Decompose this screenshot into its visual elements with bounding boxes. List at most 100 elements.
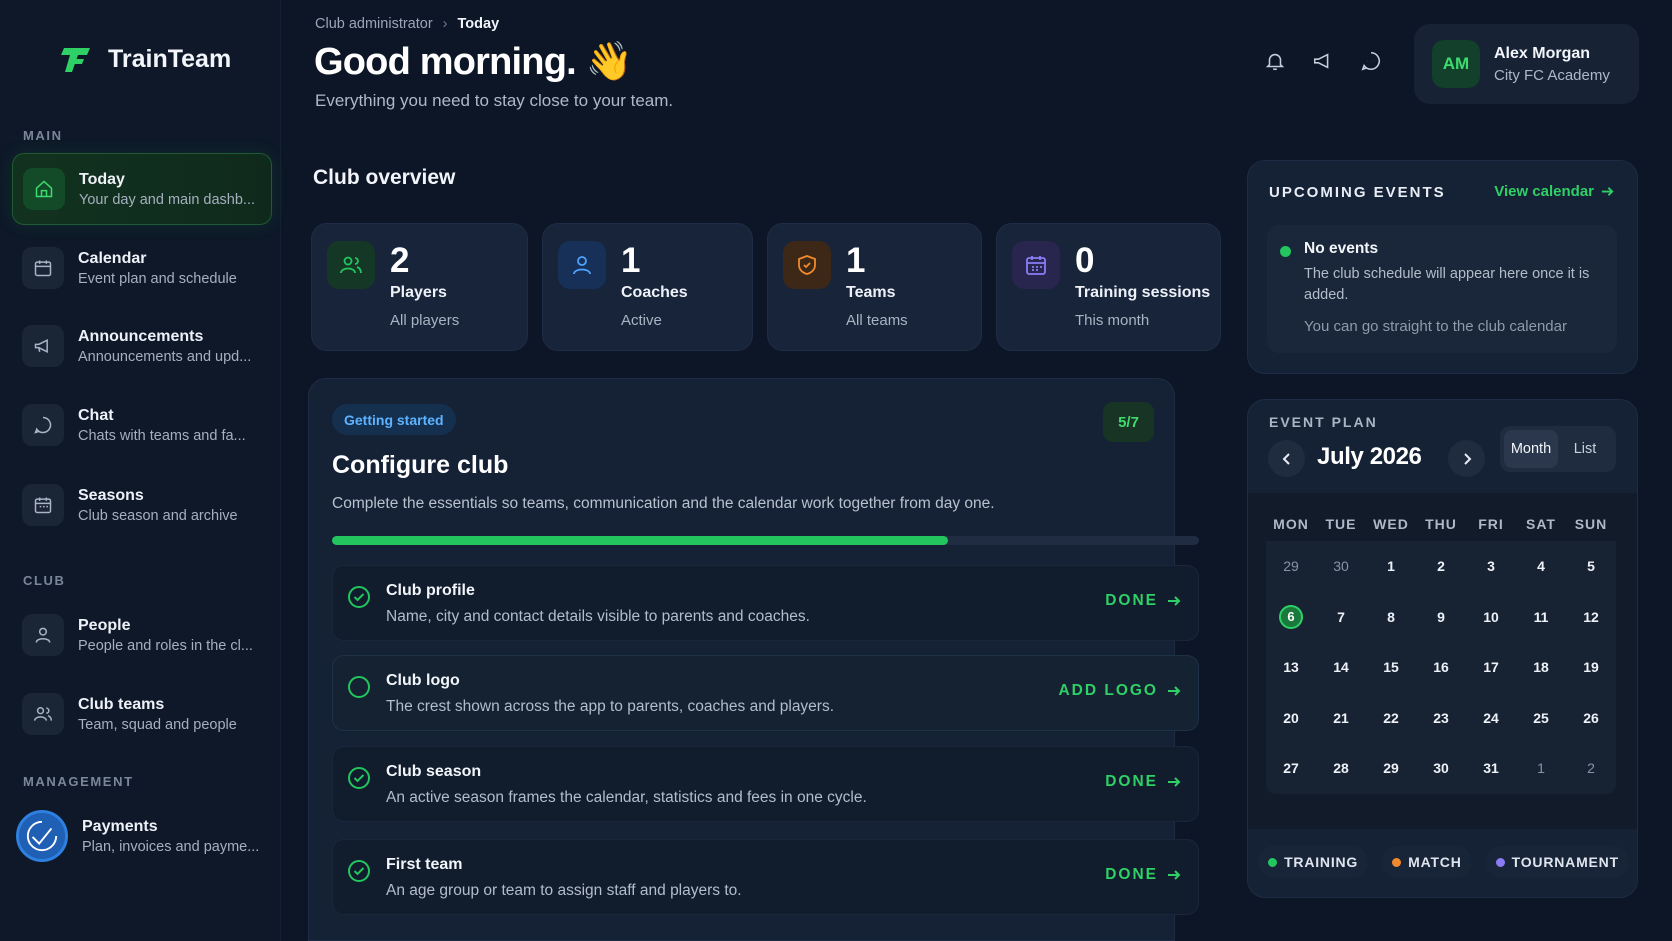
calendar-day[interactable]: 23 [1416,693,1466,744]
legend-item[interactable]: MATCH [1382,846,1472,878]
prev-month-button[interactable] [1268,440,1305,477]
calendar-day[interactable]: 16 [1416,642,1466,693]
sidebar-item-sub: Event plan and schedule [78,270,237,287]
sidebar-item-label: Club teams [78,695,165,713]
task-action-button[interactable]: DONE [1105,866,1182,884]
breadcrumb-current: Today [457,16,500,32]
stat-label: Players [390,284,447,301]
today-marker: 6 [1279,604,1303,629]
stat-value: 2 [390,241,410,280]
calendar-day[interactable]: 7 [1316,592,1366,643]
person-icon [22,614,64,656]
calendar-day[interactable]: 3 [1466,541,1516,592]
calendar-day[interactable]: 22 [1366,693,1416,744]
calendar-day[interactable]: 29 [1266,541,1316,592]
calendar-day[interactable]: 20 [1266,693,1316,744]
stat-sub: All teams [846,312,908,329]
view-month-button[interactable]: Month [1504,430,1558,468]
calendar-day[interactable]: 1 [1516,743,1566,794]
task-action-button[interactable]: ADD LOGO [1058,682,1182,700]
calendar-day[interactable]: 24 [1466,693,1516,744]
calendar-day[interactable]: 21 [1316,693,1366,744]
sidebar-item-label: Payments [82,817,158,835]
weekday-label: FRI [1478,516,1504,532]
sidebar-item-chat[interactable]: Chat Chats with teams and fa... [12,389,272,461]
bell-icon[interactable] [1264,50,1288,74]
event-plan-panel: EVENT PLAN July 2026 Month List MON TUE WE… [1247,399,1638,898]
calendar-day[interactable]: 30 [1416,743,1466,794]
megaphone-icon[interactable] [1312,50,1336,74]
weekday-label: SAT [1526,516,1556,532]
stat-card-players[interactable]: 2 Players All players [311,223,528,351]
chevron-left-icon [1282,452,1290,465]
next-month-button[interactable] [1448,440,1485,477]
progress-count: 5/7 [1103,402,1154,442]
shield-icon [783,241,831,289]
calendar-day[interactable]: 2 [1416,541,1466,592]
chevron-right-icon: › [442,16,448,32]
view-calendar-link[interactable]: View calendar [1494,183,1615,200]
task-title: Club profile [386,582,475,599]
task-first-team[interactable]: First team An age group or team to assig… [332,839,1199,915]
stat-label: Coaches [621,284,688,301]
calendar-day[interactable]: 10 [1466,592,1516,643]
stat-card-teams[interactable]: 1 Teams All teams [767,223,982,351]
stat-value: 0 [1075,241,1095,280]
weekday-label: THU [1425,516,1457,532]
arrow-right-icon [1168,686,1181,696]
sidebar-item-label: Chat [78,406,114,424]
task-club-season[interactable]: Club season An active season frames the … [332,746,1199,822]
calendar-day[interactable]: 14 [1316,642,1366,693]
calendar-day[interactable]: 30 [1316,541,1366,592]
task-action-button[interactable]: DONE [1105,592,1182,610]
task-description: An active season frames the calendar, st… [386,789,867,806]
header-actions [1264,50,1384,74]
calendar-day[interactable]: 6 [1266,592,1316,643]
task-description: Name, city and contact details visible t… [386,608,810,625]
calendar-day[interactable]: 12 [1566,592,1616,643]
empty-hint[interactable]: You can go straight to the club calendar [1304,318,1567,335]
calendar-day[interactable]: 31 [1466,743,1516,794]
task-club-profile[interactable]: Club profile Name, city and contact deta… [332,565,1199,641]
calendar-day[interactable]: 1 [1366,541,1416,592]
calendar-day[interactable]: 11 [1516,592,1566,643]
sidebar-item-today[interactable]: Today Your day and main dashb... [12,153,272,225]
calendar-day[interactable]: 9 [1416,592,1466,643]
calendar-day[interactable]: 29 [1366,743,1416,794]
stat-card-coaches[interactable]: 1 Coaches Active [542,223,753,351]
sidebar-item-announcements[interactable]: Announcements Announcements and upd... [12,310,272,382]
sidebar-item-club-teams[interactable]: Club teams Team, squad and people [12,678,272,750]
user-menu[interactable]: AM Alex Morgan City FC Academy [1414,24,1639,104]
view-list-button[interactable]: List [1558,430,1612,468]
task-club-logo[interactable]: Club logo The crest shown across the app… [332,655,1199,731]
chat-icon [22,404,64,446]
calendar-day[interactable]: 25 [1516,693,1566,744]
calendar-day[interactable]: 17 [1466,642,1516,693]
calendar-day[interactable]: 4 [1516,541,1566,592]
sidebar-item-seasons[interactable]: Seasons Club season and archive [12,469,272,541]
sidebar-item-calendar[interactable]: Calendar Event plan and schedule [12,232,272,304]
task-description: An age group or team to assign staff and… [386,882,742,899]
calendar-day[interactable]: 19 [1566,642,1616,693]
legend-item[interactable]: TRAINING [1258,846,1369,878]
calendar-day[interactable]: 27 [1266,743,1316,794]
sidebar-item-payments[interactable]: Payments Plan, invoices and payme... [12,800,272,872]
sidebar-item-people[interactable]: People People and roles in the cl... [12,599,272,671]
breadcrumb-item[interactable]: Club administrator [315,16,433,32]
chat-icon[interactable] [1360,50,1384,74]
calendar-day[interactable]: 28 [1316,743,1366,794]
task-action-button[interactable]: DONE [1105,773,1182,791]
calendar-day[interactable]: 18 [1516,642,1566,693]
configure-club-panel: Getting started 5/7 Configure club Compl… [308,378,1199,941]
legend-item[interactable]: TOURNAMENT [1485,846,1629,878]
stat-sub: This month [1075,312,1150,329]
stat-card-training-sessions[interactable]: 0 Training sessions This month [996,223,1221,351]
calendar-day[interactable]: 8 [1366,592,1416,643]
app-logo[interactable]: TrainTeam [60,42,231,76]
calendar-day[interactable]: 15 [1366,642,1416,693]
task-action-label: ADD LOGO [1058,682,1158,699]
calendar-day[interactable]: 5 [1566,541,1616,592]
calendar-day[interactable]: 2 [1566,743,1616,794]
calendar-day[interactable]: 13 [1266,642,1316,693]
calendar-day[interactable]: 26 [1566,693,1616,744]
